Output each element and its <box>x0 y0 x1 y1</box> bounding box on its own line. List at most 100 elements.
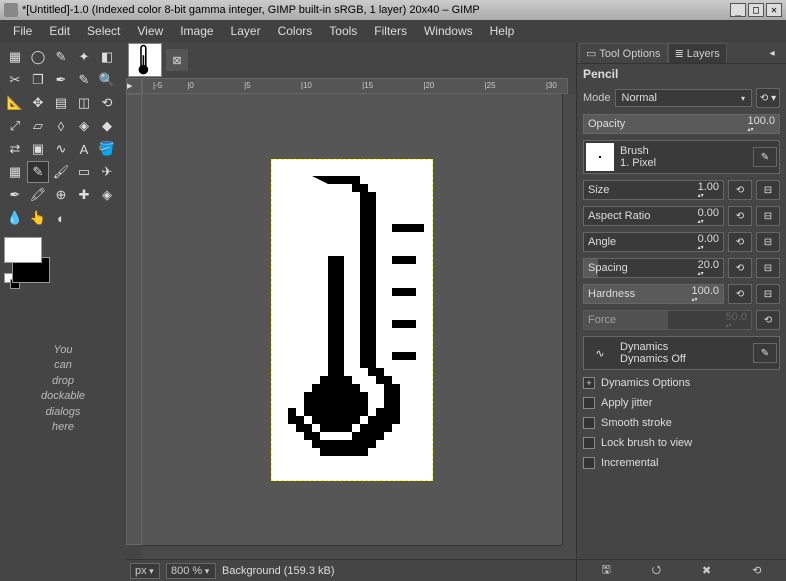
aspect-slider[interactable]: Aspect Ratio0.00▴▾ <box>583 206 724 226</box>
eraser-tool-icon[interactable]: ▭ <box>73 161 95 183</box>
lock-brush-checkbox[interactable]: Lock brush to view <box>583 436 780 450</box>
menu-image[interactable]: Image <box>173 21 220 41</box>
cage-tool-icon[interactable]: ▣ <box>27 138 49 160</box>
menu-filters[interactable]: Filters <box>367 21 414 41</box>
smudge-tool-icon[interactable]: 👆 <box>27 207 49 229</box>
ink-tool-icon[interactable]: ✒ <box>4 184 26 206</box>
size-slider[interactable]: Size1.00▴▾ <box>583 180 724 200</box>
aspect-reset-icon[interactable]: ⟲ <box>728 206 752 226</box>
ellipse-select-tool-icon[interactable]: ◯ <box>27 46 49 68</box>
zoom-tool-icon[interactable]: 🔍 <box>96 69 118 91</box>
foreground-select-tool-icon[interactable]: ❐ <box>27 69 49 91</box>
text-tool-icon[interactable]: A <box>73 138 95 160</box>
scale-tool-icon[interactable]: ⤢ <box>4 115 26 137</box>
horizontal-ruler[interactable]: |-5|0|5|10|15|20|25|30 <box>142 78 568 94</box>
dodge-tool-icon[interactable]: ◐ <box>50 207 72 229</box>
image-tab[interactable] <box>128 43 162 77</box>
maximize-button[interactable]: □ <box>748 3 764 17</box>
gradient-tool-icon[interactable]: ▦ <box>4 161 26 183</box>
blur-tool-icon[interactable]: 💧 <box>4 207 26 229</box>
scissors-tool-icon[interactable]: ✂ <box>4 69 26 91</box>
force-slider[interactable]: Force50.0▴▾ <box>583 310 752 330</box>
save-preset-icon[interactable]: 🖫 <box>597 563 615 579</box>
canvas-viewport[interactable] <box>142 94 562 545</box>
canvas[interactable] <box>271 159 433 481</box>
brush-edit-icon[interactable]: ✎ <box>753 147 777 167</box>
smooth-stroke-checkbox[interactable]: Smooth stroke <box>583 416 780 430</box>
clone-tool-icon[interactable]: ⊕ <box>50 184 72 206</box>
navigation-icon[interactable] <box>562 545 576 559</box>
flip-tool-icon[interactable]: ⇄ <box>4 138 26 160</box>
tab-close-icon[interactable]: ⊠ <box>166 49 188 71</box>
apply-jitter-checkbox[interactable]: Apply jitter <box>583 396 780 410</box>
horizontal-scrollbar[interactable] <box>142 545 562 559</box>
mode-reset-icon[interactable]: ⟲ ▾ <box>756 88 780 108</box>
menu-colors[interactable]: Colors <box>271 21 320 41</box>
opacity-slider[interactable]: Opacity 100.0▴▾ <box>583 114 780 134</box>
paths-tool-icon[interactable]: ✒ <box>50 69 72 91</box>
panel-menu-icon[interactable]: ◂ <box>760 43 784 63</box>
tab-layers[interactable]: ≣Layers <box>668 43 727 63</box>
mypaint-tool-icon[interactable]: 🖍 <box>27 184 49 206</box>
zoom-selector[interactable]: 800 % ▾ <box>166 563 216 579</box>
unit-selector[interactable]: px ▾ <box>130 563 160 579</box>
paintbrush-tool-icon[interactable]: 🖌 <box>50 161 72 183</box>
size-reset-icon[interactable]: ⟲ <box>728 180 752 200</box>
vertical-scrollbar[interactable] <box>562 94 576 545</box>
color-swatches[interactable] <box>4 237 60 283</box>
ruler-menu-icon[interactable]: ▸ <box>126 78 142 94</box>
restore-preset-icon[interactable]: ⭯ <box>647 563 665 579</box>
incremental-checkbox[interactable]: Incremental <box>583 456 780 470</box>
by-color-select-tool-icon[interactable]: ◧ <box>96 46 118 68</box>
hardness-link-icon[interactable]: ⊟ <box>756 284 780 304</box>
menu-tools[interactable]: Tools <box>322 21 364 41</box>
angle-slider[interactable]: Angle0.00▴▾ <box>583 232 724 252</box>
angle-reset-icon[interactable]: ⟲ <box>728 232 752 252</box>
menu-edit[interactable]: Edit <box>42 21 77 41</box>
shear-tool-icon[interactable]: ▱ <box>27 115 49 137</box>
handle-transform-tool-icon[interactable]: ◆ <box>96 115 118 137</box>
delete-preset-icon[interactable]: ✖ <box>698 563 716 579</box>
menu-windows[interactable]: Windows <box>417 21 480 41</box>
minimize-button[interactable]: _ <box>730 3 746 17</box>
menu-select[interactable]: Select <box>80 21 127 41</box>
spacing-link-icon[interactable]: ⊟ <box>756 258 780 278</box>
align-tool-icon[interactable]: ▤ <box>50 92 72 114</box>
rect-select-tool-icon[interactable]: ▦ <box>4 46 26 68</box>
color-picker-tool-icon[interactable]: ✎ <box>73 69 95 91</box>
force-reset-icon[interactable]: ⟲ <box>756 310 780 330</box>
hardness-reset-icon[interactable]: ⟲ <box>728 284 752 304</box>
warp-tool-icon[interactable]: ∿ <box>50 138 72 160</box>
spacing-reset-icon[interactable]: ⟲ <box>728 258 752 278</box>
menu-help[interactable]: Help <box>483 21 522 41</box>
move-tool-icon[interactable]: ✥ <box>27 92 49 114</box>
perspective-clone-tool-icon[interactable]: ◈ <box>96 184 118 206</box>
vertical-ruler[interactable] <box>126 94 142 545</box>
dynamics-options-expander[interactable]: +Dynamics Options <box>583 376 780 390</box>
menu-view[interactable]: View <box>130 21 170 41</box>
measure-tool-icon[interactable]: 📐 <box>4 92 26 114</box>
brush-preview[interactable] <box>586 143 614 171</box>
hardness-slider[interactable]: Hardness100.0▴▾ <box>583 284 724 304</box>
dynamics-preview[interactable]: ∿ <box>586 339 614 367</box>
dynamics-edit-icon[interactable]: ✎ <box>753 343 777 363</box>
reset-preset-icon[interactable]: ⟲ <box>748 563 766 579</box>
spacing-slider[interactable]: Spacing20.0▴▾ <box>583 258 724 278</box>
menu-file[interactable]: File <box>6 21 39 41</box>
angle-link-icon[interactable]: ⊟ <box>756 232 780 252</box>
fuzzy-select-tool-icon[interactable]: ✦ <box>73 46 95 68</box>
aspect-link-icon[interactable]: ⊟ <box>756 206 780 226</box>
size-link-icon[interactable]: ⊟ <box>756 180 780 200</box>
pencil-tool-icon[interactable]: ✎ <box>27 161 49 183</box>
rotate-tool-icon[interactable]: ⟲ <box>96 92 118 114</box>
close-button[interactable]: ✕ <box>766 3 782 17</box>
heal-tool-icon[interactable]: ✚ <box>73 184 95 206</box>
menu-layer[interactable]: Layer <box>224 21 268 41</box>
mode-dropdown[interactable]: Normal▾ <box>615 89 752 107</box>
perspective-tool-icon[interactable]: ◊ <box>50 115 72 137</box>
free-select-tool-icon[interactable]: ✎ <box>50 46 72 68</box>
airbrush-tool-icon[interactable]: ✈ <box>96 161 118 183</box>
crop-tool-icon[interactable]: ◫ <box>73 92 95 114</box>
foreground-color[interactable] <box>4 237 42 263</box>
bucket-fill-tool-icon[interactable]: 🪣 <box>96 138 118 160</box>
